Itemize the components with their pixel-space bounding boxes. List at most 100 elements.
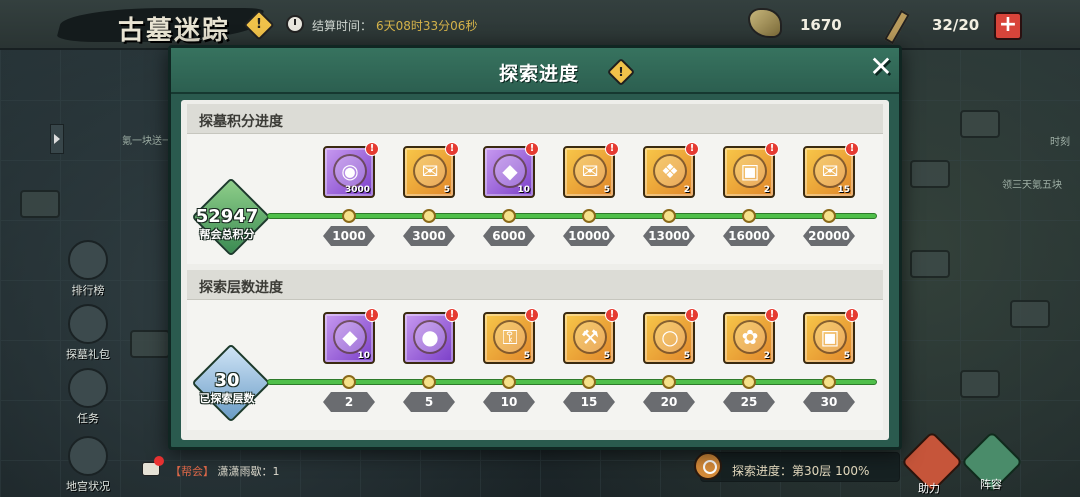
scroll-icon: ✉: [413, 154, 447, 188]
reward-quantity: 5: [683, 351, 690, 361]
section-title: 探墓积分进度: [199, 114, 283, 130]
milestone-threshold-label: 20000: [803, 226, 855, 246]
top-bar: 古墓迷踪 ! 结算时间： 6天08时33分06秒 1670 32/20 +: [0, 0, 1080, 50]
tasks-button[interactable]: 任务: [58, 368, 118, 426]
milestone-node: [662, 375, 676, 389]
scroll-icon: ✉: [573, 154, 607, 188]
claim-alert-badge: !: [445, 142, 459, 156]
milestone-threshold-label: 5: [403, 392, 455, 412]
dungeon-status-button[interactable]: 地宫状况: [58, 436, 118, 494]
resource-icon: [748, 8, 782, 38]
reward-item[interactable]: ❖ 2!: [643, 142, 699, 198]
section-title: 探索层数进度: [199, 280, 283, 296]
reward-item[interactable]: ◉ 3000!: [323, 142, 379, 198]
resource-count: 1670: [800, 16, 842, 34]
claim-alert-badge: !: [765, 142, 779, 156]
milestone-threshold-label: 6000: [483, 226, 535, 246]
reward-item[interactable]: ◆ 10!: [483, 142, 539, 198]
claim-alert-badge: !: [445, 308, 459, 322]
stamina-count: 32/20: [932, 16, 980, 34]
reward-item[interactable]: ◆ 10!: [323, 308, 379, 364]
claim-alert-badge: !: [845, 142, 859, 156]
milestone-threshold-label: 20: [643, 392, 695, 412]
floor-progress-track: [267, 379, 877, 385]
milestone-threshold-label: 10: [483, 392, 535, 412]
close-button[interactable]: ✕: [867, 53, 895, 82]
milestone-node: [422, 209, 436, 223]
reward-item[interactable]: ⚿ 5!: [483, 308, 539, 364]
book-icon: [68, 368, 108, 408]
score-progress-track: [267, 213, 877, 219]
settle-time-value: 6天08时33分06秒: [376, 19, 478, 33]
treasure-chest-icon: ▣: [733, 154, 767, 188]
treasure-chest-icon: ▣: [813, 320, 847, 354]
total-score-label: 帮会总积分: [199, 228, 255, 241]
reward-item[interactable]: ▣ 5!: [803, 308, 859, 364]
reward-item[interactable]: ✿ 2!: [723, 308, 779, 364]
milestone-threshold-label: 25: [723, 392, 775, 412]
map-chest: [910, 250, 950, 278]
milestone-threshold-label: 13000: [643, 226, 695, 246]
claim-alert-badge: !: [845, 308, 859, 322]
side-expand-arrow[interactable]: [50, 124, 64, 154]
section-header: 探索层数进度: [187, 270, 883, 300]
gift-label: 探墓礼包: [66, 348, 110, 361]
axe-icon: ⚒: [573, 320, 607, 354]
ranking-button[interactable]: 排行榜: [58, 240, 118, 298]
claim-alert-badge: !: [685, 142, 699, 156]
game-title: 古墓迷踪: [118, 16, 231, 46]
milestone-node: [742, 375, 756, 389]
map-note-right-1: 时刻: [1050, 137, 1070, 148]
milestone-node: [582, 375, 596, 389]
claim-alert-badge: !: [365, 308, 379, 322]
ranking-label: 排行榜: [71, 284, 105, 297]
claim-alert-badge: !: [525, 308, 539, 322]
claim-alert-badge: !: [525, 142, 539, 156]
chat-channel-tag: 【帮会】: [170, 465, 214, 478]
chat-line[interactable]: 【帮会】 潇潇雨歇：1: [170, 463, 280, 479]
milestone-node: [582, 209, 596, 223]
info-icon[interactable]: !: [606, 57, 636, 87]
map-chest: [910, 160, 950, 188]
floors-explored-value: 30: [214, 370, 240, 391]
reward-item[interactable]: ✉ 15!: [803, 142, 859, 198]
reward-item[interactable]: ●!: [403, 308, 459, 364]
milestone-threshold-label: 2: [323, 392, 375, 412]
milestone-threshold-label: 30: [803, 392, 855, 412]
help-label: 助力: [918, 482, 940, 495]
reward-quantity: 5: [443, 185, 450, 195]
reward-quantity: 2: [683, 185, 690, 195]
reward-item[interactable]: ⚒ 5!: [563, 308, 619, 364]
milestone-threshold-label: 15: [563, 392, 615, 412]
reward-item[interactable]: ✉ 5!: [563, 142, 619, 198]
pearl-shell-icon: ○: [653, 320, 687, 354]
milestone-node: [822, 209, 836, 223]
clock-icon: [286, 15, 304, 33]
map-chest: [20, 190, 60, 218]
reward-quantity: 10: [517, 185, 530, 195]
key-icon: ⚿: [493, 320, 527, 354]
shovel-icon: [884, 9, 910, 45]
reward-item[interactable]: ✉ 5!: [403, 142, 459, 198]
golden-lotus-icon: ✿: [733, 320, 767, 354]
claim-alert-badge: !: [685, 308, 699, 322]
add-stamina-button[interactable]: +: [994, 12, 1022, 40]
gem-chest-icon: ◆: [493, 154, 527, 188]
exploration-progress-dialog: 探索进度 ! ✕ 探墓积分进度 52947 帮会总积分 ◉ 3000! 1000 ✉ 5…: [168, 45, 902, 450]
reward-item[interactable]: ○ 5!: [643, 308, 699, 364]
magnifier-icon[interactable]: [694, 452, 722, 480]
milestone-node: [422, 375, 436, 389]
claim-alert-badge: !: [605, 308, 619, 322]
green-orb-icon: ●: [413, 320, 447, 354]
milestone-threshold-label: 3000: [403, 226, 455, 246]
gift-pack-button[interactable]: 探墓礼包: [58, 304, 118, 362]
claim-alert-badge: !: [765, 308, 779, 322]
map-note-left: 氪一块送一: [122, 136, 172, 147]
milestone-threshold-label: 16000: [723, 226, 775, 246]
score-progress-section: 探墓积分进度 52947 帮会总积分 ◉ 3000! 1000 ✉ 5! 3000 ◆ 10!…: [187, 104, 883, 264]
gold-medal-icon: ◉: [333, 154, 367, 188]
settle-time-label: 结算时间：: [312, 19, 373, 33]
map-chest: [960, 110, 1000, 138]
reward-quantity: 2: [763, 185, 770, 195]
reward-item[interactable]: ▣ 2!: [723, 142, 779, 198]
